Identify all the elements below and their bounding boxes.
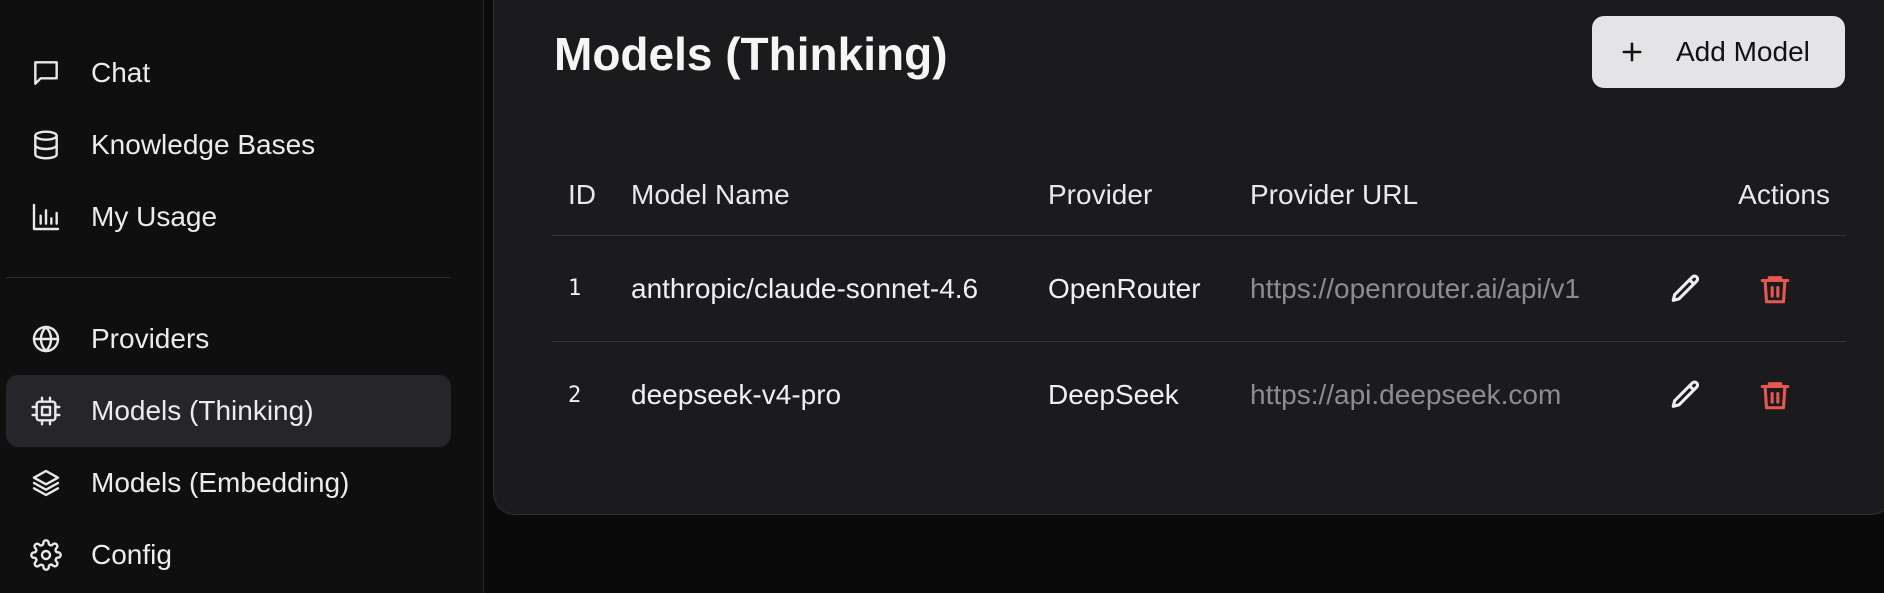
sidebar-item-label: Knowledge Bases bbox=[91, 129, 316, 160]
gear-icon bbox=[30, 535, 70, 575]
sidebar: Chat Knowledge Bases My Usage Providers … bbox=[0, 0, 484, 593]
cell-provider: OpenRouter bbox=[1048, 272, 1201, 304]
sidebar-item-knowledge-bases[interactable]: Knowledge Bases bbox=[6, 109, 451, 181]
cell-id: 1 bbox=[568, 276, 582, 301]
cell-model-name: anthropic/claude-sonnet-4.6 bbox=[631, 272, 979, 304]
header-provider: Provider bbox=[1048, 178, 1153, 210]
sidebar-item-label: Config bbox=[91, 539, 172, 570]
models-card: Models (Thinking) Add Model ID Model Nam… bbox=[493, 0, 1884, 515]
database-icon bbox=[30, 125, 70, 165]
add-model-label: Add Model bbox=[1676, 36, 1810, 67]
sidebar-item-chat[interactable]: Chat bbox=[6, 37, 451, 109]
table-row: 1 anthropic/claude-sonnet-4.6 OpenRouter… bbox=[552, 236, 1846, 342]
trash-icon[interactable] bbox=[1757, 377, 1793, 413]
main-content: Models (Thinking) Add Model ID Model Nam… bbox=[484, 0, 1884, 593]
table-header: ID Model Name Provider Provider URL Acti… bbox=[552, 154, 1846, 236]
edit-icon[interactable] bbox=[1668, 377, 1704, 413]
header-model-name: Model Name bbox=[631, 178, 790, 210]
layers-icon bbox=[30, 463, 70, 503]
page-title: Models (Thinking) bbox=[554, 28, 948, 80]
header-actions: Actions bbox=[1738, 178, 1830, 210]
cpu-chip-icon bbox=[30, 391, 70, 431]
globe-icon bbox=[30, 319, 70, 359]
message-square-icon bbox=[30, 53, 70, 93]
header-id: ID bbox=[568, 178, 596, 210]
sidebar-item-config[interactable]: Config bbox=[6, 519, 451, 591]
sidebar-item-label: Models (Thinking) bbox=[91, 395, 314, 426]
sidebar-item-label: Chat bbox=[91, 57, 151, 88]
cell-provider-url: https://api.deepseek.com bbox=[1250, 379, 1562, 410]
sidebar-item-my-usage[interactable]: My Usage bbox=[6, 181, 451, 253]
trash-icon[interactable] bbox=[1757, 271, 1793, 307]
plus-icon bbox=[1618, 38, 1646, 66]
table-row: 2 deepseek-v4-pro DeepSeek https://api.d… bbox=[552, 342, 1846, 448]
cell-model-name: deepseek-v4-pro bbox=[631, 379, 842, 410]
models-table: ID Model Name Provider Provider URL Acti… bbox=[552, 154, 1846, 448]
bar-chart-icon bbox=[30, 197, 70, 237]
sidebar-item-label: Providers bbox=[91, 323, 210, 354]
sidebar-item-label: Models (Embedding) bbox=[91, 467, 350, 498]
header-provider-url: Provider URL bbox=[1250, 178, 1419, 210]
sidebar-item-label: My Usage bbox=[91, 201, 218, 232]
sidebar-item-models-embedding[interactable]: Models (Embedding) bbox=[6, 447, 451, 519]
edit-icon[interactable] bbox=[1668, 271, 1704, 307]
cell-id: 2 bbox=[568, 382, 582, 408]
sidebar-item-providers[interactable]: Providers bbox=[6, 303, 451, 375]
add-model-button[interactable]: Add Model bbox=[1592, 16, 1845, 88]
cell-provider-url: https://openrouter.ai/api/v1 bbox=[1250, 272, 1580, 304]
sidebar-divider bbox=[6, 277, 451, 278]
cell-provider: DeepSeek bbox=[1048, 379, 1179, 410]
sidebar-item-models-thinking[interactable]: Models (Thinking) bbox=[6, 375, 451, 447]
